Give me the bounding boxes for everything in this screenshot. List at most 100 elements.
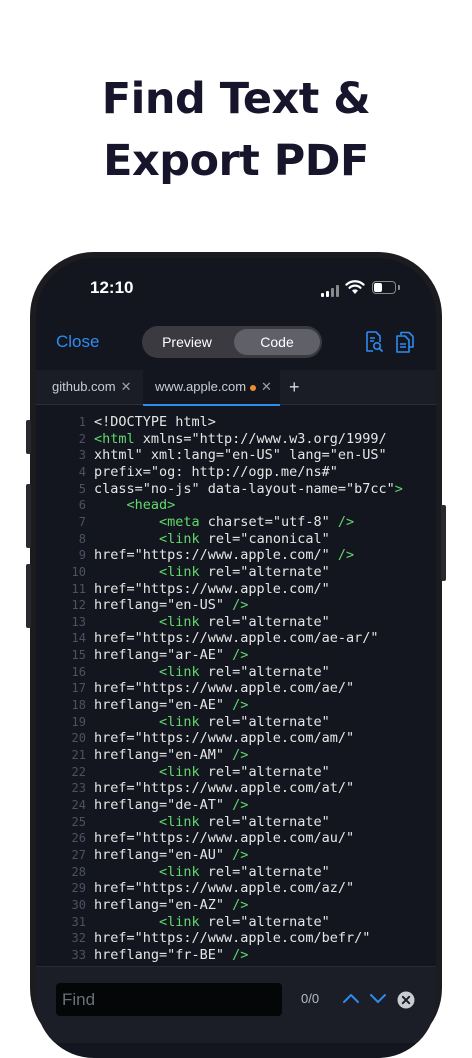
code-text: href="https://www.apple.com/au/" <box>94 830 354 847</box>
code-token-text: href="https://www.apple.com/befr/" <box>94 930 371 947</box>
phone-volume-down-button <box>26 564 31 628</box>
code-line: 28 <link rel="alternate" <box>36 864 436 881</box>
code-line: 19 <link rel="alternate" <box>36 714 436 731</box>
code-line: 33 hreflang="fr-BE" /> <box>36 947 436 964</box>
line-number: 23 <box>71 781 86 796</box>
code-line: 11 href="https://www.apple.com/" <box>36 581 436 598</box>
code-editor[interactable]: 1 <!DOCTYPE html> 2 <html xmlns="http://www… <box>36 414 436 964</box>
phone-power-button <box>441 505 446 581</box>
line-number: 8 <box>78 531 86 546</box>
code-text: hreflang="en-US" /> <box>94 597 248 614</box>
close-tab-icon[interactable]: ✕ <box>261 379 272 394</box>
code-token-tag: <link <box>159 863 200 880</box>
code-line: 30 hreflang="en-AZ" /> <box>36 897 436 914</box>
headline-line-1: Find Text & <box>101 74 371 124</box>
line-number: 24 <box>71 797 86 812</box>
copy-icon[interactable] <box>394 330 416 354</box>
code-token-tag: <html <box>94 430 135 447</box>
code-text: href="https://www.apple.com/befr/" <box>94 930 370 947</box>
code-text: hreflang="en-AE" /> <box>94 697 248 714</box>
code-token-tag: /> <box>232 946 249 963</box>
find-input[interactable] <box>56 983 282 1016</box>
code-line: 6 <head> <box>36 497 436 514</box>
code-line: 4 prefix="og: http://ogp.me/ns#" <box>36 464 436 481</box>
line-number: 4 <box>78 464 86 479</box>
line-number: 5 <box>78 481 86 496</box>
clear-icon[interactable] <box>397 991 415 1009</box>
toolbar: Close Preview Code <box>36 318 436 368</box>
code-text: hreflang="en-AM" /> <box>94 747 248 764</box>
code-token-text: href="https://www.apple.com/am/" <box>94 730 355 747</box>
code-text: <link rel="canonical" <box>94 531 330 548</box>
code-token-tag: <head> <box>126 497 176 514</box>
line-number: 14 <box>71 631 86 646</box>
code-line: 25 <link rel="alternate" <box>36 814 436 831</box>
code-token-text: hreflang="en-AZ" <box>94 896 233 913</box>
code-token-text: rel="alternate" <box>199 863 330 880</box>
line-number: 31 <box>71 914 86 929</box>
code-token-text: xhtml" xml:lang="en-US" lang="en-US" <box>94 447 387 464</box>
code-text: <link rel="alternate" <box>94 764 330 781</box>
chevron-up-icon[interactable] <box>342 991 360 1005</box>
code-token-text: hreflang="en-US" <box>94 597 233 614</box>
code-text: href="https://www.apple.com/at/" <box>94 780 354 797</box>
chevron-down-icon[interactable] <box>369 991 387 1005</box>
code-text: <link rel="alternate" <box>94 564 330 581</box>
line-number: 16 <box>71 664 86 679</box>
code-token-text: <!DOCTYPE html> <box>94 414 216 430</box>
code-line: 29 href="https://www.apple.com/az/" <box>36 880 436 897</box>
status-time: 12:10 <box>90 278 134 297</box>
code-text: hreflang="de-AT" /> <box>94 797 248 814</box>
code-token-tag: <link <box>159 813 200 830</box>
code-text: class="no-js" data-layout-name="b7cc"> <box>94 481 403 498</box>
tab-github[interactable]: github.com ✕ <box>52 370 132 404</box>
code-token-text: href="https://www.apple.com/au/" <box>94 830 355 847</box>
code-line: 13 <link rel="alternate" <box>36 614 436 631</box>
battery-icon <box>372 281 400 294</box>
code-line: 12 hreflang="en-US" /> <box>36 597 436 614</box>
code-text: href="https://www.apple.com/" /> <box>94 547 354 564</box>
line-number: 20 <box>71 731 86 746</box>
code-text: href="https://www.apple.com/az/" <box>94 880 354 897</box>
code-token-text: hreflang="de-AT" <box>94 796 233 813</box>
line-number: 6 <box>78 498 86 513</box>
close-tab-icon[interactable]: ✕ <box>121 379 132 394</box>
code-line: 24 hreflang="de-AT" /> <box>36 797 436 814</box>
code-token-tag: /> <box>232 747 249 763</box>
search-document-icon[interactable] <box>364 330 384 354</box>
segment-preview[interactable]: Preview <box>144 329 230 355</box>
code-text: <link rel="alternate" <box>94 864 330 881</box>
code-token-text: rel="alternate" <box>199 813 330 830</box>
line-number: 15 <box>71 648 86 663</box>
code-text: <meta charset="utf-8" /> <box>94 514 354 531</box>
code-token-text: href="https://www.apple.com/ae-ar/" <box>94 630 379 647</box>
code-token-text: rel="canonical" <box>199 530 330 547</box>
code-token-text: class="no-js" data-layout-name="b7cc" <box>94 480 395 497</box>
tab-apple[interactable]: www.apple.com ✕ <box>143 370 280 406</box>
close-button[interactable]: Close <box>56 332 99 352</box>
code-text: hreflang="fr-BE" /> <box>94 947 248 964</box>
code-token-text: rel="alternate" <box>199 613 330 630</box>
code-token-tag: /> <box>337 513 355 530</box>
code-token-text: rel="alternate" <box>199 913 330 930</box>
code-line: 17 href="https://www.apple.com/ae/" <box>36 680 436 697</box>
match-count: 0/0 <box>301 991 320 1006</box>
code-token-text: xmlns="http://www.w3.org/1999/ <box>134 430 387 447</box>
code-token-tag: <link <box>159 613 200 630</box>
find-bar: 0/0 <box>36 966 436 1043</box>
code-text: <link rel="alternate" <box>94 814 330 831</box>
code-token-text: href="https://www.apple.com/at/" <box>94 780 355 797</box>
segment-code[interactable]: Code <box>234 329 320 355</box>
code-text: <link rel="alternate" <box>94 714 330 731</box>
line-number: 2 <box>78 431 86 446</box>
new-tab-plus-icon[interactable]: + <box>289 370 300 404</box>
code-line: 26 href="https://www.apple.com/au/" <box>36 830 436 847</box>
code-line: 2 <html xmlns="http://www.w3.org/1999/ <box>36 431 436 448</box>
code-token-tag: /> <box>232 796 249 813</box>
